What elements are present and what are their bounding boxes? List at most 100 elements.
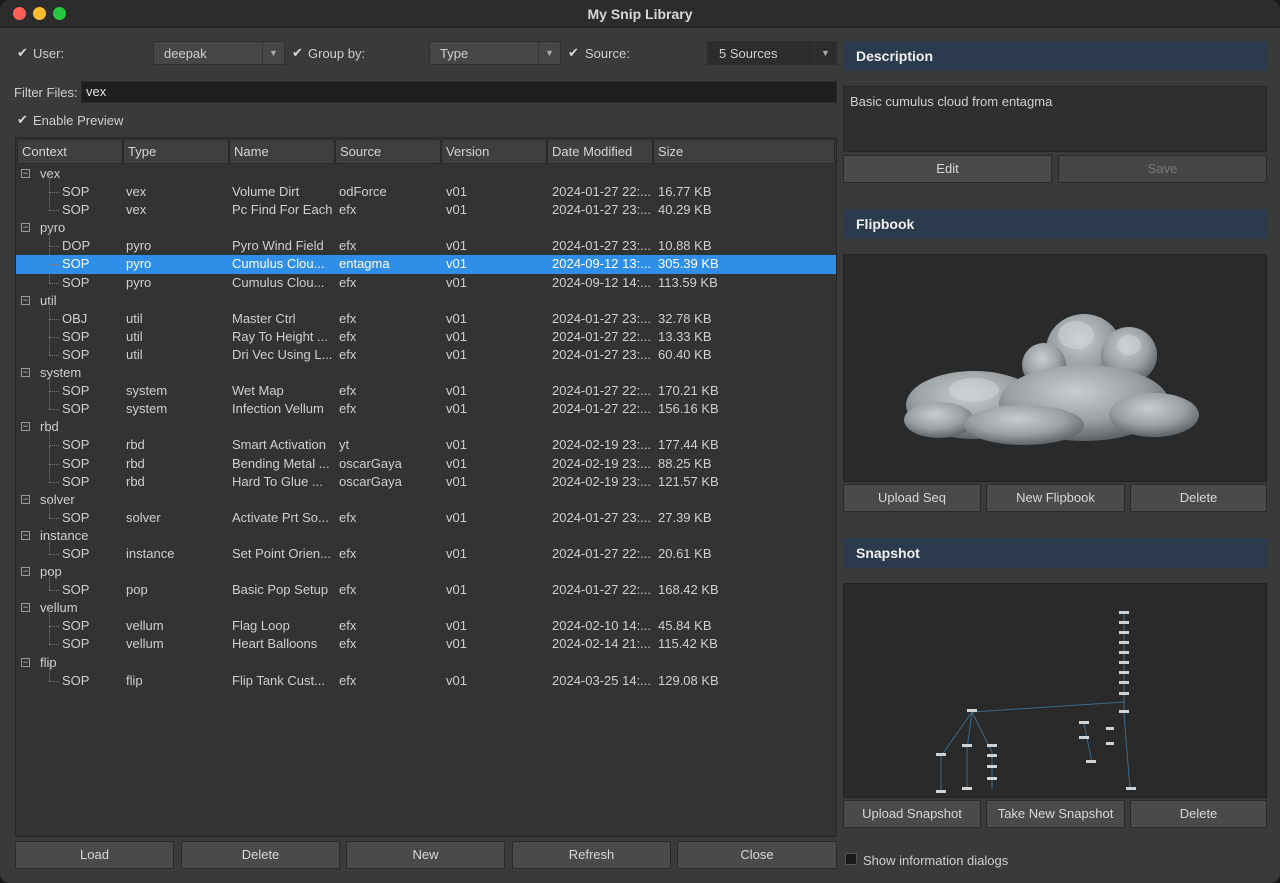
table-row[interactable]: SOP system Infection Vellum efx v01 2024-01-2… bbox=[16, 391, 836, 418]
collapse-icon[interactable]: − bbox=[21, 567, 30, 577]
cell-size: 60.40 KB bbox=[658, 346, 712, 362]
table-row[interactable]: SOP pyro Cumulus Clou... efx v01 2024-09-12 1… bbox=[16, 264, 836, 292]
column-header-date-modified[interactable]: Date Modified bbox=[547, 139, 653, 164]
delete-flipbook-button[interactable]: Delete bbox=[1130, 484, 1267, 512]
column-header-name[interactable]: Name bbox=[229, 139, 335, 164]
cell-source: efx bbox=[339, 618, 357, 634]
tree-connector bbox=[49, 391, 59, 393]
group-row-vex[interactable]: − vex bbox=[16, 165, 836, 183]
upload-snapshot-button[interactable]: Upload Snapshot bbox=[843, 800, 981, 828]
close-button[interactable]: Close bbox=[677, 841, 837, 869]
group-by-checkbox[interactable]: ✔ bbox=[292, 45, 303, 61]
column-header-version[interactable]: Version bbox=[441, 139, 547, 164]
delete-button[interactable]: Delete bbox=[181, 841, 340, 869]
cell-version: v01 bbox=[446, 545, 467, 561]
table-row[interactable]: SOP rbd Hard To Glue ... oscarGaya v01 2024-0… bbox=[16, 463, 836, 491]
group-by-combo[interactable]: Type ▼ bbox=[429, 41, 561, 65]
table-row[interactable]: SOP solver Activate Prt So... efx v01 2024-01… bbox=[16, 499, 836, 527]
tree-line bbox=[49, 499, 50, 518]
collapse-icon[interactable]: − bbox=[21, 657, 30, 667]
cell-source: efx bbox=[339, 310, 357, 326]
table-row[interactable]: SOP util Ray To Height ... efx v01 2024-01-27… bbox=[16, 318, 836, 346]
table-row[interactable]: SOP vellum Flag Loop efx v01 2024-02-10 14:..… bbox=[16, 608, 836, 635]
tree-connector bbox=[49, 626, 59, 628]
column-header-size[interactable]: Size bbox=[653, 139, 835, 164]
enable-preview-checkbox[interactable]: ✔ bbox=[17, 112, 28, 128]
tree-line bbox=[49, 192, 50, 211]
cell-source: efx bbox=[339, 274, 357, 290]
snip-library-window: My Snip Library ✔ User: deepak ▼ ✔ Group… bbox=[0, 0, 1280, 883]
chevron-down-icon: ▼ bbox=[814, 42, 836, 64]
load-button[interactable]: Load bbox=[15, 841, 174, 869]
group-row-rbd[interactable]: − rbd bbox=[16, 418, 836, 436]
collapse-icon[interactable]: − bbox=[21, 530, 30, 540]
table-row[interactable]: SOP vex Pc Find For Each efx v01 2024-01-27 2… bbox=[16, 192, 836, 219]
cell-context: SOP bbox=[62, 184, 90, 200]
cell-date-modified: 2024-01-27 22:... bbox=[552, 383, 652, 399]
cell-type: rbd bbox=[126, 473, 145, 489]
group-row-flip[interactable]: − flip bbox=[16, 654, 836, 672]
group-row-vellum[interactable]: − vellum bbox=[16, 599, 836, 617]
table-row[interactable]: SOP vellum Heart Balloons efx v01 2024-02-14 … bbox=[16, 626, 836, 653]
cell-source: efx bbox=[339, 202, 357, 218]
edit-description-button[interactable]: Edit bbox=[843, 155, 1052, 183]
group-label: vellum bbox=[40, 600, 78, 616]
table-row[interactable]: SOP pop Basic Pop Setup efx v01 2024-01-27 22… bbox=[16, 572, 836, 599]
cell-version: v01 bbox=[446, 310, 467, 326]
cell-context: SOP bbox=[62, 328, 90, 344]
cell-context: SOP bbox=[62, 202, 90, 218]
collapse-icon[interactable]: − bbox=[21, 368, 30, 378]
take-new-snapshot-button[interactable]: Take New Snapshot bbox=[986, 800, 1125, 828]
tree-connector bbox=[49, 210, 59, 212]
collapse-icon[interactable]: − bbox=[21, 422, 30, 432]
group-row-solver[interactable]: − solver bbox=[16, 491, 836, 509]
tree-connector bbox=[49, 644, 59, 646]
source-combo[interactable]: 5 Sources ▼ bbox=[707, 41, 837, 65]
tree-connector bbox=[49, 445, 59, 447]
cell-type: pop bbox=[126, 582, 148, 598]
cell-size: 16.77 KB bbox=[658, 184, 712, 200]
group-row-util[interactable]: − util bbox=[16, 292, 836, 310]
column-header-context[interactable]: Context bbox=[17, 139, 123, 164]
table-row[interactable]: SOP util Dri Vec Using L... efx v01 2024-01-2… bbox=[16, 336, 836, 364]
cell-size: 305.39 KB bbox=[658, 256, 719, 272]
new-flipbook-button[interactable]: New Flipbook bbox=[986, 484, 1125, 512]
source-checkbox[interactable]: ✔ bbox=[568, 45, 579, 61]
table-row[interactable]: SOP flip Flip Tank Cust... efx v01 2024-03-25… bbox=[16, 662, 836, 690]
table-row[interactable]: OBJ util Master Ctrl efx v01 2024-01-27 23:..… bbox=[16, 300, 836, 328]
group-row-instance[interactable]: − instance bbox=[16, 527, 836, 545]
filter-files-input[interactable]: vex bbox=[81, 81, 837, 103]
collapse-icon[interactable]: − bbox=[21, 603, 30, 613]
cell-version: v01 bbox=[446, 473, 467, 489]
user-combo[interactable]: deepak ▼ bbox=[153, 41, 285, 65]
delete-snapshot-button[interactable]: Delete bbox=[1130, 800, 1267, 828]
new-button[interactable]: New bbox=[346, 841, 505, 869]
group-label: vex bbox=[40, 166, 61, 181]
cell-size: 32.78 KB bbox=[658, 310, 712, 326]
tree-line bbox=[49, 174, 50, 193]
group-row-system[interactable]: − system bbox=[16, 364, 836, 382]
column-header-type[interactable]: Type bbox=[123, 139, 229, 164]
cell-date-modified: 2024-01-27 23:... bbox=[552, 238, 652, 254]
collapse-icon[interactable]: − bbox=[21, 169, 30, 178]
table-row[interactable]: SOP rbd Smart Activation yt v01 2024-02-19 23… bbox=[16, 427, 836, 454]
table-row[interactable]: SOP rbd Bending Metal ... oscarGaya v01 2024-… bbox=[16, 445, 836, 473]
table-row[interactable]: SOP system Wet Map efx v01 2024-01-27 22:... 1… bbox=[16, 373, 836, 400]
cell-date-modified: 2024-09-12 13:... bbox=[552, 256, 652, 272]
table-row[interactable]: SOP instance Set Point Orien... efx v01 2024-… bbox=[16, 535, 836, 563]
group-row-pop[interactable]: − pop bbox=[16, 563, 836, 581]
refresh-button[interactable]: Refresh bbox=[512, 841, 671, 869]
table-row[interactable]: SOP pyro Cumulus Clou... entagma v01 2024-09-… bbox=[16, 246, 836, 274]
group-row-pyro[interactable]: − pyro bbox=[16, 219, 836, 237]
cell-context: SOP bbox=[62, 274, 90, 290]
collapse-icon[interactable]: − bbox=[21, 494, 30, 504]
table-row[interactable]: SOP vex Volume Dirt odForce v01 2024-01-27 22… bbox=[16, 174, 836, 201]
show-info-dialogs-checkbox[interactable] bbox=[845, 853, 857, 865]
column-header-source[interactable]: Source bbox=[335, 139, 441, 164]
collapse-icon[interactable]: − bbox=[21, 223, 30, 233]
upload-seq-button[interactable]: Upload Seq bbox=[843, 484, 981, 512]
user-checkbox[interactable]: ✔ bbox=[17, 45, 28, 61]
cell-date-modified: 2024-02-19 23:... bbox=[552, 437, 652, 453]
table-row[interactable]: DOP pyro Pyro Wind Field efx v01 2024-01-27 2… bbox=[16, 228, 836, 255]
collapse-icon[interactable]: − bbox=[21, 295, 30, 305]
